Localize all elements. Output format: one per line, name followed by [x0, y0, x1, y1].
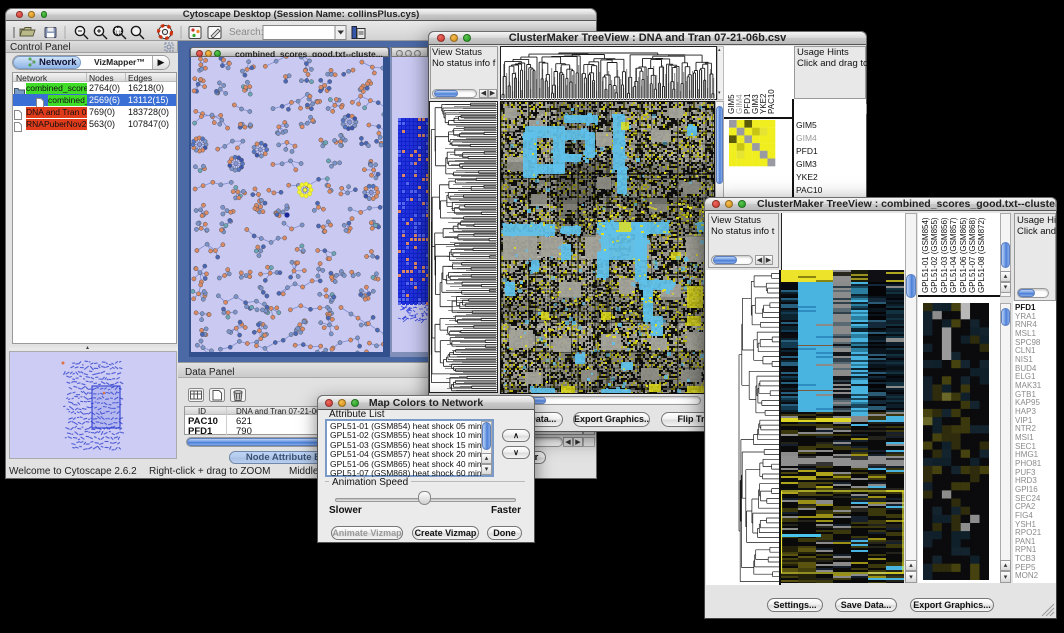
svg-text:Search:: Search:	[229, 27, 263, 38]
svg-text:1:1: 1:1	[115, 30, 122, 35]
